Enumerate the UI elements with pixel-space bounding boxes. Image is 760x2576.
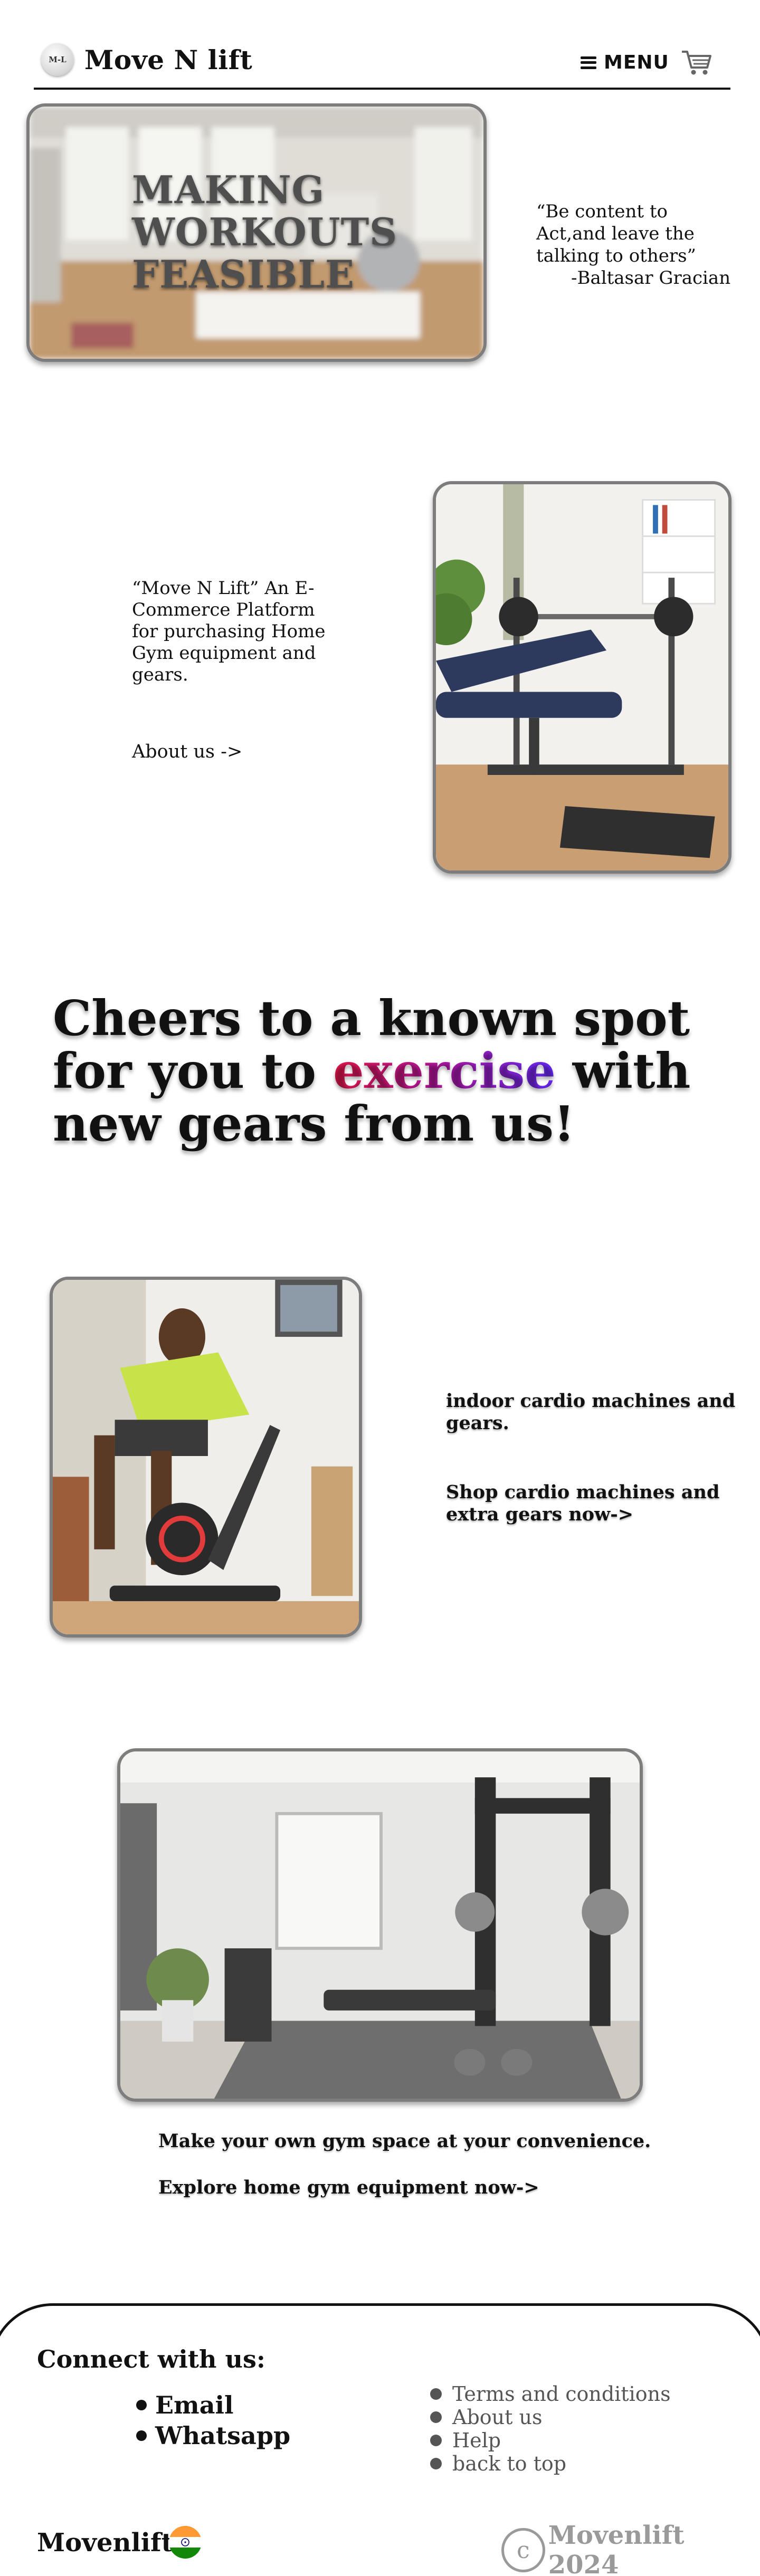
- hero-title-line: WORKOUTS: [132, 209, 398, 254]
- help-label: Help: [452, 2429, 501, 2452]
- quote: “Be content to Act,and leave the talking…: [536, 200, 737, 289]
- brand-name[interactable]: Move N lift: [84, 44, 252, 75]
- home-gym-bench-image: [433, 481, 732, 874]
- heading-accent-word: exercise: [333, 1042, 556, 1099]
- explore-gym-link[interactable]: Explore home gym equipment now->: [158, 2177, 539, 2198]
- footer-about-link[interactable]: About us: [430, 2406, 671, 2429]
- menu-button[interactable]: MENU: [581, 52, 669, 73]
- india-flag-icon: [169, 2526, 202, 2559]
- hero-title-line: FEASIBLE: [132, 252, 355, 296]
- logo-badge[interactable]: M-L: [41, 43, 74, 76]
- connect-title: Connect with us:: [37, 2345, 265, 2373]
- whatsapp-link[interactable]: Whatsapp: [136, 2420, 290, 2451]
- about-description: “Move N Lift” An E-Commerce Platform for…: [132, 578, 326, 685]
- terms-label: Terms and conditions: [452, 2382, 671, 2406]
- whatsapp-label: Whatsapp: [155, 2421, 291, 2450]
- terms-link[interactable]: Terms and conditions: [430, 2382, 671, 2406]
- copyright-text: Movenlift 2024: [548, 2521, 685, 2576]
- email-link[interactable]: Email: [136, 2390, 290, 2420]
- gym-description: Make your own gym space at your convenie…: [158, 2130, 651, 2152]
- email-label: Email: [155, 2391, 234, 2419]
- connect-list: Email Whatsapp: [136, 2390, 290, 2451]
- about-us-link[interactable]: About us ->: [132, 741, 242, 762]
- hamburger-icon: [581, 56, 596, 69]
- help-link[interactable]: Help: [430, 2429, 671, 2452]
- quote-text: “Be content to Act,and leave the talking…: [536, 201, 696, 266]
- hero-title: MAKING WORKOUTS FEASIBLE: [132, 169, 397, 295]
- back-to-top-label: back to top: [452, 2452, 567, 2475]
- main-heading: Cheers to a known spot for you to exerci…: [53, 992, 707, 1150]
- menu-label: MENU: [604, 52, 669, 73]
- cardio-bike-image: [50, 1277, 362, 1637]
- site-header: M-L Move N lift MENU: [34, 37, 730, 90]
- shopping-cart-icon[interactable]: [680, 47, 714, 77]
- about-label: About us: [452, 2406, 543, 2429]
- quote-author: -Baltasar Gracian: [571, 267, 731, 289]
- footer-links: Terms and conditions About us Help back …: [430, 2382, 671, 2475]
- home-gym-room-image: [117, 1748, 643, 2102]
- hero-title-line: MAKING: [132, 167, 325, 212]
- footer-brand: Movenlift: [37, 2528, 173, 2558]
- back-to-top-link[interactable]: back to top: [430, 2452, 671, 2475]
- shop-cardio-link[interactable]: Shop cardio machines and extra gears now…: [446, 1481, 747, 1526]
- cardio-description: indoor cardio machines and gears.: [446, 1390, 736, 1434]
- copyright-icon: c: [501, 2528, 545, 2572]
- copyright: c Movenlift 2024: [501, 2521, 760, 2576]
